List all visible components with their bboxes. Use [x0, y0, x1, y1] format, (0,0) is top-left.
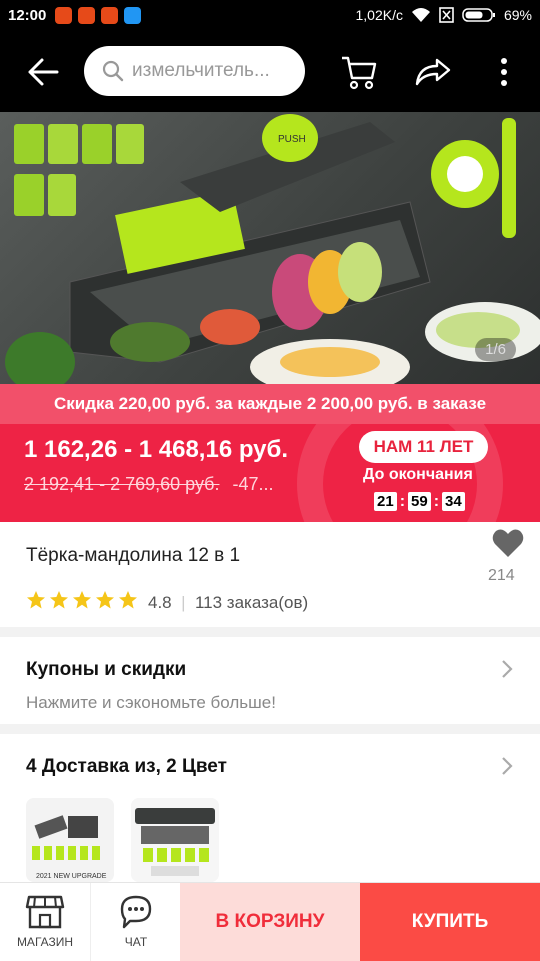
network-speed: 1,02K/c	[355, 7, 403, 23]
delivery-section[interactable]: 4 Доставка из, 2 Цвет	[0, 734, 540, 794]
color-option-thumbnail[interactable]: 2021 NEW UPGRADE	[26, 798, 114, 882]
timer-hours: 21	[374, 492, 397, 511]
timer-separator: :	[433, 492, 440, 510]
bottom-action-bar: МАГАЗИН ЧАТ В КОРЗИНУ КУПИТЬ	[0, 882, 540, 961]
star-icon	[119, 591, 137, 609]
countdown-label: До окончания	[363, 466, 473, 483]
star-icon	[73, 591, 91, 609]
aliexpress-notification-icon	[78, 7, 95, 24]
buy-now-button[interactable]: КУПИТЬ	[360, 883, 540, 961]
aliexpress-notification-icon	[55, 7, 72, 24]
battery-icon	[462, 8, 495, 22]
store-icon	[25, 895, 65, 929]
coupons-title: Купоны и скидки	[26, 659, 187, 680]
battery-level: 69%	[503, 7, 532, 23]
rating-stars	[26, 590, 138, 610]
thumbnail-image: 2021 NEW UPGRADE	[26, 798, 114, 882]
wishlist-count: 214	[488, 567, 515, 584]
chat-label: ЧАТ	[124, 935, 148, 949]
current-price: 1 162,26 - 1 468,16 руб.	[24, 436, 289, 463]
store-label: МАГАЗИН	[16, 935, 74, 949]
back-arrow-icon[interactable]	[26, 56, 60, 88]
orders-count: 113 заказа(ов)	[194, 593, 309, 612]
countdown-timer: 21 : 59 : 34	[374, 492, 465, 511]
push-label: PUSH	[278, 134, 306, 145]
chevron-right-icon	[502, 757, 513, 775]
top-bar: измельчитель...	[0, 32, 540, 112]
star-icon	[50, 591, 68, 609]
search-icon	[102, 60, 124, 82]
section-divider	[0, 724, 540, 734]
rating-summary[interactable]: 4.8 | 113 заказа(ов)	[148, 593, 308, 613]
timer-separator: :	[399, 492, 406, 510]
play-store-icon	[124, 7, 141, 24]
product-photo: PUSH	[5, 114, 540, 384]
wifi-icon	[411, 8, 430, 22]
cart-icon[interactable]	[340, 52, 380, 92]
chat-button[interactable]: ЧАТ	[90, 883, 180, 961]
delivery-title: 4 Доставка из, 2 Цвет	[26, 756, 227, 777]
product-image-gallery[interactable]: PUSH 1/6	[0, 112, 540, 384]
timer-minutes: 59	[408, 492, 431, 511]
coupons-section[interactable]: Купоны и скидки Нажмите и сэкономьте бол…	[0, 637, 540, 727]
discount-percent: -47...	[232, 474, 274, 494]
add-to-cart-button[interactable]: В КОРЗИНУ	[180, 883, 360, 961]
star-icon	[27, 591, 45, 609]
wishlist-heart-icon[interactable]	[492, 528, 524, 558]
more-options-icon[interactable]	[484, 52, 524, 92]
timer-seconds: 34	[442, 492, 465, 511]
status-bar: 12:00 1,02K/c 69%	[0, 0, 540, 32]
old-price: 2 192,41 - 2 769,60 руб.	[24, 474, 220, 494]
chat-icon	[120, 895, 152, 929]
search-input[interactable]: измельчитель...	[84, 46, 305, 96]
rating-value: 4.8	[148, 593, 172, 612]
notification-icons	[55, 7, 141, 24]
section-divider	[0, 627, 540, 637]
status-right: 1,02K/c 69%	[355, 7, 532, 23]
star-icon	[96, 591, 114, 609]
old-price-row: 2 192,41 - 2 769,60 руб. -47...	[24, 474, 274, 495]
price-bar: 1 162,26 - 1 468,16 руб. 2 192,41 - 2 76…	[0, 424, 540, 522]
search-query: измельчитель...	[132, 60, 270, 81]
image-counter: 1/6	[475, 338, 516, 361]
status-time: 12:00	[8, 7, 47, 24]
coupons-subtitle: Нажмите и сэкономьте больше!	[26, 693, 276, 712]
store-button[interactable]: МАГАЗИН	[0, 883, 90, 961]
chevron-right-icon	[502, 660, 513, 678]
share-icon[interactable]	[413, 52, 453, 92]
color-option-thumbnail[interactable]	[131, 798, 219, 882]
blade-set	[14, 124, 144, 216]
store-discount-banner[interactable]: Скидка 220,00 руб. за каждые 2 200,00 ру…	[0, 384, 540, 424]
no-sim-icon	[439, 7, 454, 23]
aliexpress-notification-icon	[101, 7, 118, 24]
thumbnail-caption: 2021 NEW UPGRADE	[36, 873, 107, 880]
anniversary-badge: НАМ 11 ЛЕТ	[359, 431, 488, 463]
rating-separator: |	[176, 593, 191, 612]
thumbnail-image	[131, 798, 219, 882]
product-title: Тёрка-мандолина 12 в 1	[26, 545, 241, 566]
